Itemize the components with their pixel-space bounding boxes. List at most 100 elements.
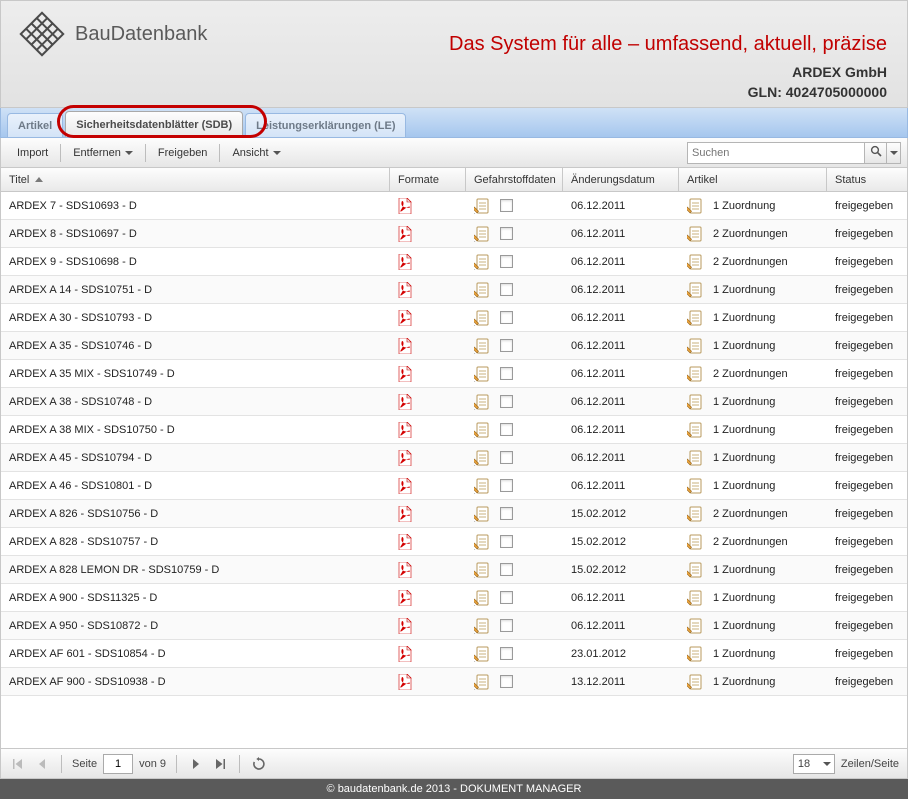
- assign-icon[interactable]: [687, 674, 703, 690]
- table-row[interactable]: ARDEX A 45 - SDS10794 - D 06.12.2011 1 Z…: [1, 444, 907, 472]
- pdf-icon[interactable]: [398, 338, 412, 354]
- page-last-button[interactable]: [211, 755, 229, 773]
- edit-icon[interactable]: [474, 226, 490, 242]
- gefahrstoff-checkbox[interactable]: [500, 451, 513, 464]
- tab-sdb[interactable]: Sicherheitsdatenblätter (SDB): [65, 111, 243, 137]
- pdf-icon[interactable]: [398, 422, 412, 438]
- pdf-icon[interactable]: [398, 450, 412, 466]
- col-status[interactable]: Status: [827, 168, 907, 191]
- pdf-icon[interactable]: [398, 646, 412, 662]
- page-input[interactable]: [103, 754, 133, 774]
- page-prev-button[interactable]: [33, 755, 51, 773]
- edit-icon[interactable]: [474, 338, 490, 354]
- col-formate[interactable]: Formate: [390, 168, 466, 191]
- gefahrstoff-checkbox[interactable]: [500, 535, 513, 548]
- edit-icon[interactable]: [474, 562, 490, 578]
- col-aenderungsdatum[interactable]: Änderungsdatum: [563, 168, 679, 191]
- ansicht-button[interactable]: Ansicht: [222, 142, 290, 164]
- pdf-icon[interactable]: [398, 226, 412, 242]
- assign-icon[interactable]: [687, 338, 703, 354]
- gefahrstoff-checkbox[interactable]: [500, 367, 513, 380]
- gefahrstoff-checkbox[interactable]: [500, 591, 513, 604]
- gefahrstoff-checkbox[interactable]: [500, 311, 513, 324]
- assign-icon[interactable]: [687, 310, 703, 326]
- edit-icon[interactable]: [474, 674, 490, 690]
- edit-icon[interactable]: [474, 366, 490, 382]
- refresh-button[interactable]: [250, 755, 268, 773]
- edit-icon[interactable]: [474, 646, 490, 662]
- gefahrstoff-checkbox[interactable]: [500, 255, 513, 268]
- table-row[interactable]: ARDEX A 38 - SDS10748 - D 06.12.2011 1 Z…: [1, 388, 907, 416]
- pdf-icon[interactable]: [398, 366, 412, 382]
- gefahrstoff-checkbox[interactable]: [500, 479, 513, 492]
- col-artikel[interactable]: Artikel: [679, 168, 827, 191]
- table-row[interactable]: ARDEX A 38 MIX - SDS10750 - D 06.12.2011…: [1, 416, 907, 444]
- gefahrstoff-checkbox[interactable]: [500, 647, 513, 660]
- page-first-button[interactable]: [9, 755, 27, 773]
- edit-icon[interactable]: [474, 282, 490, 298]
- assign-icon[interactable]: [687, 254, 703, 270]
- entfernen-button[interactable]: Entfernen: [63, 142, 143, 164]
- assign-icon[interactable]: [687, 422, 703, 438]
- table-row[interactable]: ARDEX 9 - SDS10698 - D 06.12.2011 2 Zuor…: [1, 248, 907, 276]
- table-row[interactable]: ARDEX A 828 - SDS10757 - D 15.02.2012 2 …: [1, 528, 907, 556]
- table-row[interactable]: ARDEX 7 - SDS10693 - D 06.12.2011 1 Zuor…: [1, 192, 907, 220]
- gefahrstoff-checkbox[interactable]: [500, 675, 513, 688]
- gefahrstoff-checkbox[interactable]: [500, 339, 513, 352]
- edit-icon[interactable]: [474, 310, 490, 326]
- table-row[interactable]: ARDEX A 35 - SDS10746 - D 06.12.2011 1 Z…: [1, 332, 907, 360]
- table-row[interactable]: ARDEX A 900 - SDS11325 - D 06.12.2011 1 …: [1, 584, 907, 612]
- pdf-icon[interactable]: [398, 506, 412, 522]
- assign-icon[interactable]: [687, 646, 703, 662]
- assign-icon[interactable]: [687, 198, 703, 214]
- assign-icon[interactable]: [687, 534, 703, 550]
- gefahrstoff-checkbox[interactable]: [500, 395, 513, 408]
- rows-per-page-select[interactable]: 18: [793, 754, 835, 774]
- assign-icon[interactable]: [687, 506, 703, 522]
- assign-icon[interactable]: [687, 394, 703, 410]
- col-gefahrstoffdaten[interactable]: Gefahrstoffdaten: [466, 168, 563, 191]
- gefahrstoff-checkbox[interactable]: [500, 619, 513, 632]
- assign-icon[interactable]: [687, 366, 703, 382]
- table-row[interactable]: ARDEX A 950 - SDS10872 - D 06.12.2011 1 …: [1, 612, 907, 640]
- gefahrstoff-checkbox[interactable]: [500, 507, 513, 520]
- assign-icon[interactable]: [687, 478, 703, 494]
- tab-le[interactable]: Leistungserklärungen (LE): [245, 113, 406, 137]
- gefahrstoff-checkbox[interactable]: [500, 227, 513, 240]
- table-row[interactable]: ARDEX 8 - SDS10697 - D 06.12.2011 2 Zuor…: [1, 220, 907, 248]
- gefahrstoff-checkbox[interactable]: [500, 563, 513, 576]
- assign-icon[interactable]: [687, 590, 703, 606]
- edit-icon[interactable]: [474, 422, 490, 438]
- edit-icon[interactable]: [474, 450, 490, 466]
- assign-icon[interactable]: [687, 226, 703, 242]
- col-titel[interactable]: Titel: [1, 168, 390, 191]
- freigeben-button[interactable]: Freigeben: [148, 142, 218, 164]
- edit-icon[interactable]: [474, 198, 490, 214]
- pdf-icon[interactable]: [398, 282, 412, 298]
- edit-icon[interactable]: [474, 534, 490, 550]
- pdf-icon[interactable]: [398, 534, 412, 550]
- tab-artikel[interactable]: Artikel: [7, 113, 63, 137]
- table-row[interactable]: ARDEX A 826 - SDS10756 - D 15.02.2012 2 …: [1, 500, 907, 528]
- edit-icon[interactable]: [474, 590, 490, 606]
- pdf-icon[interactable]: [398, 310, 412, 326]
- search-button[interactable]: [865, 142, 887, 164]
- table-row[interactable]: ARDEX AF 601 - SDS10854 - D 23.01.2012 1…: [1, 640, 907, 668]
- search-input[interactable]: [687, 142, 865, 164]
- edit-icon[interactable]: [474, 506, 490, 522]
- page-next-button[interactable]: [187, 755, 205, 773]
- edit-icon[interactable]: [474, 478, 490, 494]
- table-row[interactable]: ARDEX A 30 - SDS10793 - D 06.12.2011 1 Z…: [1, 304, 907, 332]
- assign-icon[interactable]: [687, 450, 703, 466]
- pdf-icon[interactable]: [398, 394, 412, 410]
- table-row[interactable]: ARDEX A 35 MIX - SDS10749 - D 06.12.2011…: [1, 360, 907, 388]
- import-button[interactable]: Import: [7, 142, 58, 164]
- table-row[interactable]: ARDEX A 14 - SDS10751 - D 06.12.2011 1 Z…: [1, 276, 907, 304]
- pdf-icon[interactable]: [398, 618, 412, 634]
- pdf-icon[interactable]: [398, 254, 412, 270]
- search-options-button[interactable]: [887, 142, 901, 164]
- gefahrstoff-checkbox[interactable]: [500, 423, 513, 436]
- table-row[interactable]: ARDEX A 46 - SDS10801 - D 06.12.2011 1 Z…: [1, 472, 907, 500]
- pdf-icon[interactable]: [398, 478, 412, 494]
- pdf-icon[interactable]: [398, 674, 412, 690]
